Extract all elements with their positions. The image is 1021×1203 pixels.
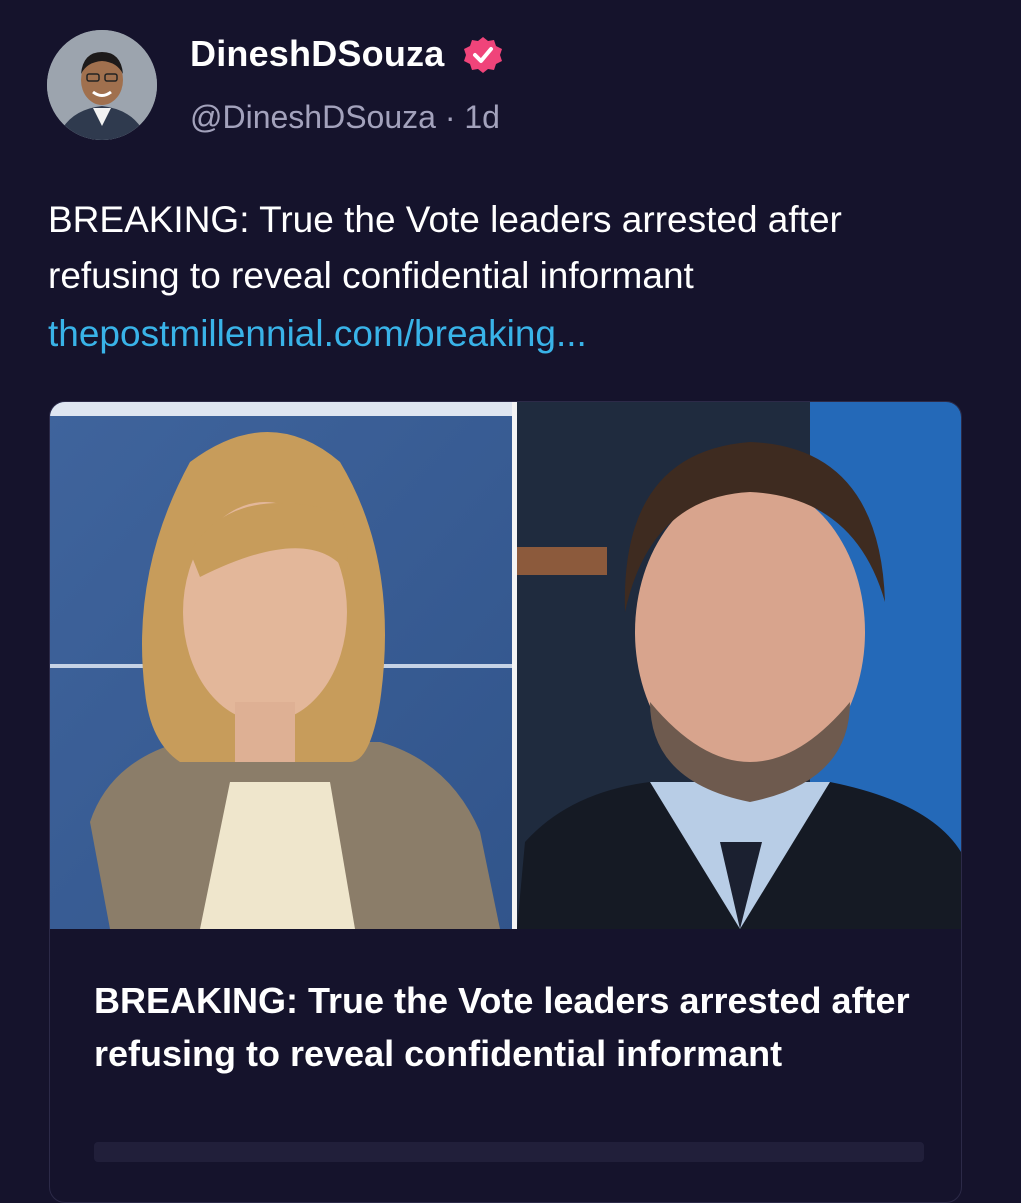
display-name[interactable]: DineshDSouza — [190, 32, 444, 76]
post-text: BREAKING: True the Vote leaders arrested… — [48, 199, 842, 296]
avatar[interactable] — [47, 30, 157, 140]
timestamp[interactable]: 1d — [464, 99, 500, 135]
link-preview-card[interactable]: BREAKING: True the Vote leaders arrested… — [49, 401, 962, 1203]
post[interactable]: DineshDSouza @DineshDSouza · 1d BREAKING… — [0, 0, 1021, 1203]
handle[interactable]: @DineshDSouza — [190, 99, 436, 135]
card-image[interactable] — [50, 402, 961, 929]
separator: · — [444, 99, 456, 135]
handle-row: @DineshDSouza · 1d — [190, 96, 500, 138]
post-link[interactable]: thepostmillennial.com/breaking... — [48, 306, 587, 362]
card-title[interactable]: BREAKING: True the Vote leaders arrested… — [94, 974, 924, 1080]
card-description-placeholder — [94, 1142, 924, 1162]
verified-badge-icon — [460, 35, 506, 75]
